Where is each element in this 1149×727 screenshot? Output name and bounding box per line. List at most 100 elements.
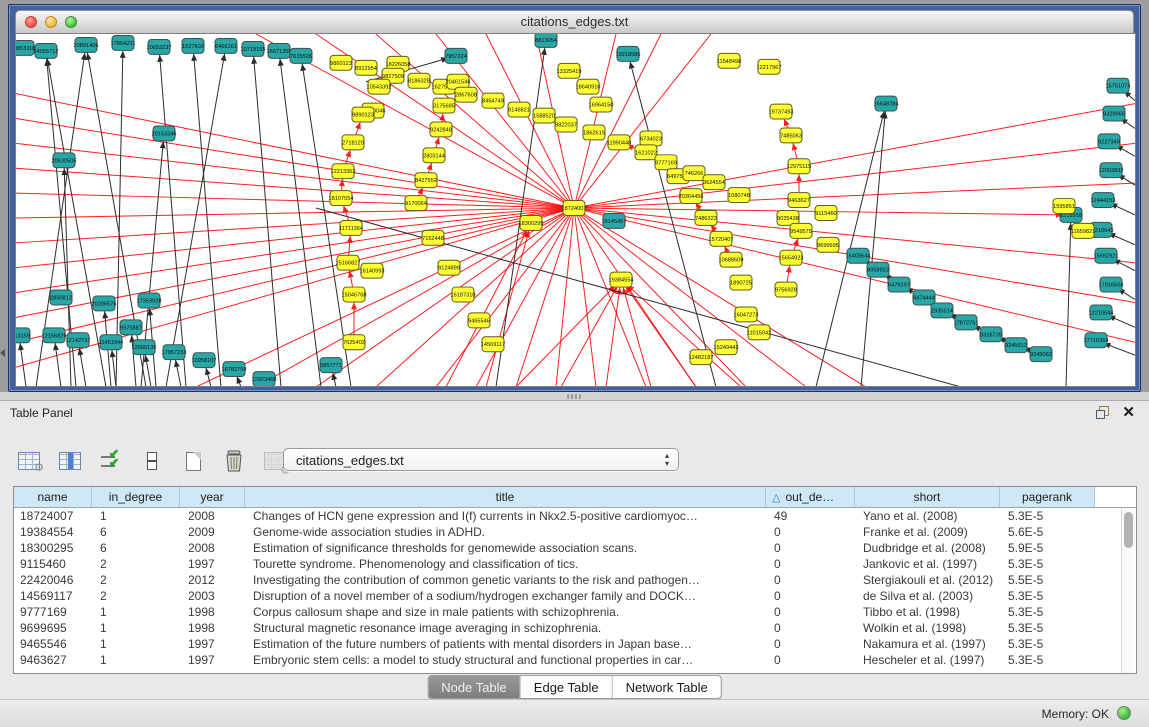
citation-edge-black[interactable] (159, 47, 186, 386)
graph-node[interactable]: 16409544 (846, 248, 871, 263)
column-header-pagerank[interactable]: pagerank (1000, 487, 1095, 507)
graph-node[interactable]: 11711364 (339, 220, 363, 235)
graph-node[interactable]: 16782759 (222, 362, 247, 377)
graph-node[interactable]: 17359928 (137, 293, 162, 308)
graph-node[interactable]: 10653237 (147, 39, 172, 54)
graph-node[interactable]: 17854231 (111, 35, 136, 50)
graph-node[interactable]: 1621022 (635, 145, 657, 160)
tab-node-table[interactable]: Node Table (428, 676, 521, 698)
citation-edge-red[interactable] (561, 280, 621, 386)
graph-node[interactable]: 15249443 (714, 340, 739, 355)
graph-node[interactable]: 11990448 (607, 135, 631, 150)
graph-node[interactable]: 15654923 (779, 250, 804, 265)
graph-node[interactable]: 12213363 (331, 164, 356, 179)
graph-node[interactable]: 9242848 (430, 122, 452, 137)
graph-node[interactable]: 20630505 (52, 153, 77, 168)
graph-node[interactable]: 1080748 (728, 188, 750, 203)
citation-edge-red[interactable] (574, 208, 1135, 342)
citation-edge-black[interactable] (131, 327, 136, 386)
graph-node[interactable]: 1862615 (583, 125, 605, 140)
graph-node[interactable]: 6734023 (640, 131, 662, 146)
graph-node[interactable]: 16140993 (360, 263, 385, 278)
graph-node[interactable]: 9860123 (330, 55, 352, 70)
graph-node[interactable]: 17016504 (1099, 277, 1124, 292)
table-row[interactable]: 946554611997Estimation of the future num… (14, 636, 1136, 652)
graph-node[interactable]: 20206576 (92, 296, 117, 311)
graph-node[interactable]: 8427552 (415, 173, 437, 188)
table-row[interactable]: 1456911722003Disruption of a novel membe… (14, 588, 1136, 604)
graph-node[interactable]: 2935514 (931, 303, 953, 318)
citation-edge-red[interactable] (621, 280, 651, 386)
graph-node[interactable]: 7152448 (422, 230, 444, 245)
graph-node[interactable]: 18640910 (576, 79, 601, 94)
graph-node[interactable]: 16964150 (589, 97, 614, 112)
graph-node[interactable]: 9227349 (1098, 134, 1120, 149)
row-height-icon[interactable] (139, 448, 165, 474)
table-settings-icon[interactable]: ⚙ (16, 448, 42, 474)
float-panel-icon[interactable] (1096, 406, 1109, 419)
citation-edge-red[interactable] (196, 208, 574, 386)
graph-node[interactable]: 7485063 (780, 128, 802, 143)
tab-edge-table[interactable]: Edge Table (521, 676, 613, 698)
graph-node[interactable]: 12923468 (252, 372, 277, 386)
graph-node[interactable]: 12505135 (132, 340, 157, 355)
graph-node[interactable]: 9756928 (775, 282, 797, 297)
citation-edge-red[interactable] (16, 119, 574, 208)
select-columns-icon[interactable]: ✔✔ (98, 448, 124, 474)
graph-node[interactable]: 1588520 (533, 108, 555, 123)
table-row[interactable]: 969969511998Structural magnetic resonanc… (14, 620, 1136, 636)
graph-node[interactable]: 11659821 (1071, 223, 1095, 238)
graph-node[interactable]: 19737493 (769, 104, 794, 119)
graph-node[interactable]: 9777169 (655, 155, 677, 170)
graph-node[interactable]: 9245012 (1005, 338, 1027, 353)
citation-edge-red[interactable] (606, 280, 621, 386)
graph-node[interactable]: 9975887 (120, 320, 142, 335)
graph-node[interactable]: 1595851 (1053, 199, 1075, 214)
graph-node[interactable]: 12444153 (1091, 193, 1116, 208)
graph-node[interactable]: 12975115 (787, 159, 811, 174)
graph-node[interactable]: 9465546 (468, 313, 490, 328)
graph-node[interactable]: 6466161 (215, 38, 237, 53)
graph-node[interactable]: 3175685 (433, 98, 455, 113)
citation-edge-red[interactable] (516, 280, 621, 386)
graph-node[interactable]: 10719155 (241, 41, 266, 56)
graph-node[interactable]: 17710364 (1084, 333, 1109, 348)
table-row[interactable]: 1938455462009Genome-wide association stu… (14, 524, 1136, 540)
table-row[interactable]: 977716911998Corpus callosum shape and si… (14, 604, 1136, 620)
graph-node[interactable]: 17957233 (162, 345, 187, 360)
delete-table-icon[interactable] (221, 448, 247, 474)
column-header-name[interactable]: name (14, 487, 92, 507)
network-view-window[interactable]: citations_edges.txt 20853118140557122089… (8, 4, 1141, 392)
graph-node[interactable]: 12156829 (42, 328, 67, 343)
graph-node[interactable]: 8958923 (867, 262, 889, 277)
table-row[interactable]: 2242004622012Investigating the contribut… (14, 572, 1136, 588)
citation-edge-red[interactable] (16, 208, 574, 293)
graph-node[interactable]: 11548498 (717, 53, 741, 68)
citation-edge-black[interactable] (253, 49, 281, 386)
graph-node[interactable]: 9474444 (913, 290, 935, 305)
graph-node[interactable]: 1890725 (730, 275, 752, 290)
graph-node[interactable]: 9170064 (405, 196, 427, 211)
graph-node[interactable]: 9313159 (16, 328, 30, 343)
citation-edge-red[interactable] (16, 193, 574, 208)
graph-node[interactable]: 15046768 (342, 287, 367, 302)
graph-node[interactable]: 15692921 (1094, 248, 1119, 263)
graph-node[interactable]: 18300295 (519, 215, 544, 230)
graph-node[interactable]: 9115460 (815, 206, 837, 221)
graph-node[interactable]: 10688609 (719, 252, 744, 267)
graph-node[interactable]: 1527602 (182, 38, 204, 53)
graph-node[interactable]: 15166827 (336, 255, 361, 270)
vertical-scrollbar[interactable] (1121, 508, 1135, 673)
graph-node[interactable]: 2803144 (423, 148, 445, 163)
new-table-icon[interactable] (180, 448, 206, 474)
graph-node[interactable]: 12210644 (1089, 305, 1114, 320)
graph-node[interactable]: 19384554 (609, 272, 634, 287)
citation-edge-red[interactable] (574, 143, 1135, 208)
graph-node[interactable]: 19218586 (616, 46, 641, 61)
graph-node[interactable]: 10543392 (367, 79, 392, 94)
graph-node[interactable]: 7486322 (695, 210, 717, 225)
graph-node[interactable]: 16648784 (874, 96, 899, 111)
table-row[interactable]: 1830029562008Estimation of significance … (14, 540, 1136, 556)
network-graph[interactable]: 2085311814055712208914061785423110653237… (16, 34, 1135, 386)
graph-node[interactable]: 8186328 (408, 73, 430, 88)
